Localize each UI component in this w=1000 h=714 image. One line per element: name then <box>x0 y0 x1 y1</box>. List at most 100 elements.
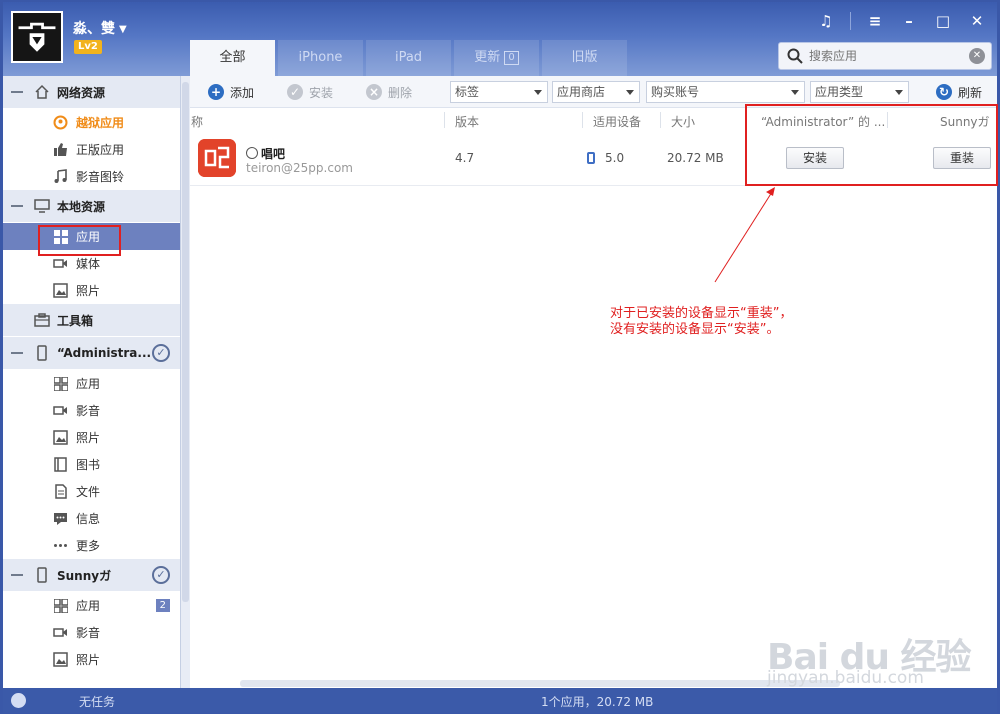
collapse-icon[interactable] <box>11 91 23 93</box>
type-filter-select[interactable]: 应用类型 <box>810 81 909 103</box>
minimize-icon[interactable]: – <box>899 11 919 31</box>
message-icon <box>53 511 68 526</box>
image-icon <box>53 430 68 445</box>
app-size: 20.72 MB <box>667 151 724 165</box>
sidebar-item-label: 文件 <box>76 485 101 499</box>
install-button[interactable]: ✓ 安装 <box>287 83 333 101</box>
sidebar-item-genuine-apps[interactable]: 正版应用 <box>3 136 180 163</box>
search-icon[interactable] <box>787 48 803 64</box>
window-controls: ♫ ≡ – □ ✕ <box>816 11 987 31</box>
tab-label: iPad <box>394 50 423 65</box>
search-input[interactable] <box>809 47 959 65</box>
column-header-size[interactable]: 大小 <box>671 113 695 130</box>
phone-icon <box>33 566 51 584</box>
column-header-device[interactable]: 适用设备 <box>593 113 641 130</box>
header-bar: 淼、雙 ▼ Lv2 ♫ ≡ – □ ✕ 全部 iPhone iPad 更新 0 旧版… <box>3 2 997 76</box>
sidebar-item-device1-apps[interactable]: 应用 <box>3 370 180 397</box>
sidebar-item-device1-photos[interactable]: 照片 <box>3 424 180 451</box>
clear-search-icon[interactable]: ✕ <box>969 48 985 64</box>
sidebar-item-device1-more[interactable]: 更多 <box>3 532 180 559</box>
app-list: 称 版本 适用设备 大小 “Administrator” 的 ... Sunny… <box>190 108 997 688</box>
tab-old-versions[interactable]: 旧版 <box>542 40 627 76</box>
sidebar-item-label: 媒体 <box>76 257 101 271</box>
tab-iphone[interactable]: iPhone <box>278 40 363 76</box>
menu-icon[interactable]: ≡ <box>865 11 885 31</box>
horizontal-scrollbar[interactable] <box>240 680 840 687</box>
store-filter-select[interactable]: 应用商店 <box>552 81 640 103</box>
sidebar-scrollbar[interactable] <box>181 76 190 688</box>
maximize-icon[interactable]: □ <box>933 11 953 31</box>
caret-down-icon <box>895 90 903 95</box>
group-label: Sunnyガ <box>57 568 112 583</box>
sidebar-item-label: 应用 <box>76 599 101 613</box>
select-value: 应用类型 <box>815 85 864 99</box>
sidebar-item-device2-apps[interactable]: 应用 2 <box>3 592 180 619</box>
button-label: 刷新 <box>958 85 983 100</box>
column-divider <box>660 112 661 128</box>
more-icon <box>53 538 68 553</box>
sidebar-item-label: 影音 <box>76 404 101 418</box>
app-device: 5.0 <box>587 151 624 165</box>
collapse-icon[interactable] <box>11 352 23 354</box>
x-icon: × <box>366 84 382 100</box>
refresh-button[interactable]: ↻ 刷新 <box>936 83 982 101</box>
column-divider <box>582 112 583 128</box>
thumbs-up-icon <box>53 142 68 157</box>
add-button[interactable]: + 添加 <box>208 83 254 101</box>
monitor-icon <box>33 197 51 215</box>
tab-ipad[interactable]: iPad <box>366 40 451 76</box>
app-name-text: 唱吧 <box>261 147 286 161</box>
sidebar-item-device1-books[interactable]: 图书 <box>3 451 180 478</box>
sidebar-group-local[interactable]: 本地资源 <box>3 190 180 223</box>
button-label: 添加 <box>230 85 255 100</box>
sidebar-item-device2-media[interactable]: 影音 <box>3 619 180 646</box>
sidebar-item-jailbreak-apps[interactable]: 越狱应用 <box>3 109 180 136</box>
scrollbar-thumb[interactable] <box>182 82 189 602</box>
image-icon <box>53 652 68 667</box>
select-value: 应用商店 <box>557 85 606 99</box>
button-label: 删除 <box>388 85 413 100</box>
collapse-icon[interactable] <box>11 205 23 207</box>
sidebar-item-label: 照片 <box>76 431 101 445</box>
sidebar-item-local-photos[interactable]: 照片 <box>3 277 180 304</box>
tab-label: iPhone <box>298 50 343 65</box>
sidebar-group-toolbox[interactable]: 工具箱 <box>3 304 180 337</box>
sidebar-item-label: 正版应用 <box>76 143 125 157</box>
collapse-icon[interactable] <box>11 574 23 576</box>
search-box: ✕ <box>778 42 992 70</box>
sidebar-item-label: 图书 <box>76 458 101 472</box>
sidebar-item-device2-photos[interactable]: 照片 <box>3 646 180 673</box>
plus-icon: + <box>208 84 224 100</box>
image-icon <box>53 283 68 298</box>
music-note-icon <box>53 169 68 184</box>
column-header-version[interactable]: 版本 <box>455 113 479 130</box>
avatar[interactable] <box>11 11 63 63</box>
sidebar-item-device1-messages[interactable]: 信息 <box>3 505 180 532</box>
watermark: Bai du 经验 jingyan.baidu.com <box>767 628 972 688</box>
sidebar-item-device1-files[interactable]: 文件 <box>3 478 180 505</box>
delete-button[interactable]: × 删除 <box>366 83 412 101</box>
connected-check-icon: ✓ <box>152 566 170 584</box>
music-icon[interactable]: ♫ <box>816 11 836 31</box>
sidebar-item-label: 影音图铃 <box>76 170 125 184</box>
tag-filter-select[interactable]: 标签 <box>450 81 548 103</box>
column-header-name[interactable]: 称 <box>191 113 203 130</box>
close-icon[interactable]: ✕ <box>967 11 987 31</box>
toolbox-icon <box>33 311 51 329</box>
divider <box>850 12 851 30</box>
app-account: teiron@25pp.com <box>246 161 353 175</box>
sidebar-group-online[interactable]: 网络资源 <box>3 76 180 109</box>
download-icon[interactable] <box>11 693 26 708</box>
tab-all[interactable]: 全部 <box>190 40 275 76</box>
book-icon <box>53 457 68 472</box>
sidebar-group-device-sunny[interactable]: Sunnyガ ✓ <box>3 559 180 592</box>
highlight-box-install-columns <box>745 104 998 186</box>
sidebar-item-device1-media[interactable]: 影音 <box>3 397 180 424</box>
sidebar-item-media-ringtones[interactable]: 影音图铃 <box>3 163 180 190</box>
account-filter-select[interactable]: 购买账号 <box>646 81 805 103</box>
username[interactable]: 淼、雙 ▼ <box>73 18 127 38</box>
tab-updates[interactable]: 更新 0 <box>454 40 539 76</box>
phone-icon <box>587 152 595 164</box>
sidebar-group-device-administrator[interactable]: “Administra... ✓ <box>3 337 180 370</box>
connected-check-icon: ✓ <box>152 344 170 362</box>
